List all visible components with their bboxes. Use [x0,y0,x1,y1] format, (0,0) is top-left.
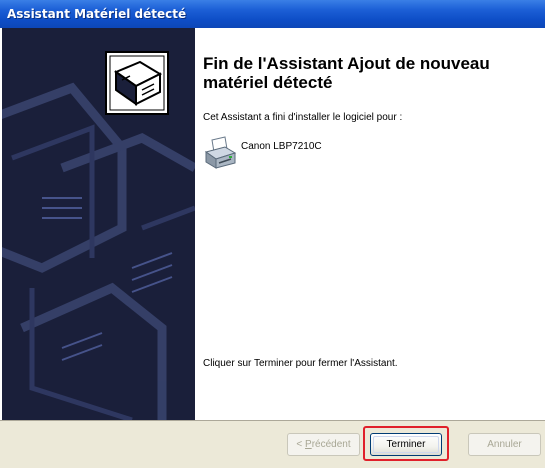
previous-prefix: < [296,439,306,450]
title-bar[interactable]: Assistant Matériel détecté [0,0,545,28]
wizard-window: Assistant Matériel détecté Fin de l'Assi… [0,0,545,468]
closing-text: Cliquer sur Terminer pour fermer l'Assis… [203,358,398,369]
finish-label: Terminer [373,436,439,453]
device-name: Canon LBP7210C [241,141,322,152]
previous-label: récédent [311,439,351,450]
page-title: Fin de l'Assistant Ajout de nouveau maté… [203,54,490,92]
wizard-content: Fin de l'Assistant Ajout de nouveau maté… [195,28,545,420]
device-entry: Canon LBP7210C [203,136,503,172]
finish-button[interactable]: Terminer [370,433,442,456]
printer-icon [204,136,237,169]
side-panel-art [2,28,195,420]
side-panel-graphic [2,28,195,420]
previous-accelerator: P [305,439,312,450]
cancel-button[interactable]: Annuler [468,433,541,456]
intro-text: Cet Assistant a fini d'installer le logi… [203,112,403,123]
window-title: Assistant Matériel détecté [7,7,187,21]
button-bar: < Précédent Terminer Annuler [0,420,545,468]
hardware-wizard-icon [105,51,169,115]
previous-button[interactable]: < Précédent [287,433,360,456]
